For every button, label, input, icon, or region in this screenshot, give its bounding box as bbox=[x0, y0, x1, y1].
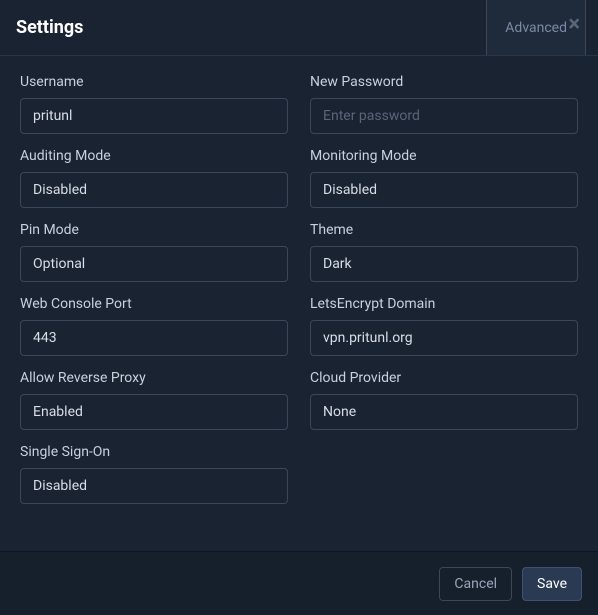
monitoring-label: Monitoring Mode bbox=[310, 148, 578, 164]
form-group-monitoring: Monitoring Mode Disabled bbox=[310, 148, 578, 208]
cloud-label: Cloud Provider bbox=[310, 370, 578, 386]
username-label: Username bbox=[20, 74, 288, 90]
modal-title: Settings bbox=[16, 17, 83, 38]
port-label: Web Console Port bbox=[20, 296, 288, 312]
form-group-password: New Password bbox=[310, 74, 578, 134]
save-button[interactable]: Save bbox=[522, 567, 582, 601]
settings-modal: Settings Advanced × Username Auditing Mo… bbox=[0, 0, 598, 615]
password-label: New Password bbox=[310, 74, 578, 90]
letsencrypt-label: LetsEncrypt Domain bbox=[310, 296, 578, 312]
form-group-username: Username bbox=[20, 74, 288, 134]
proxy-label: Allow Reverse Proxy bbox=[20, 370, 288, 386]
form-group-cloud: Cloud Provider None bbox=[310, 370, 578, 430]
letsencrypt-input[interactable] bbox=[310, 320, 578, 356]
cancel-button[interactable]: Cancel bbox=[439, 567, 512, 601]
auditing-label: Auditing Mode bbox=[20, 148, 288, 164]
sso-select[interactable]: Disabled bbox=[20, 468, 288, 504]
auditing-select[interactable]: Disabled bbox=[20, 172, 288, 208]
form-group-sso: Single Sign-On Disabled bbox=[20, 444, 288, 504]
form-group-theme: Theme Dark bbox=[310, 222, 578, 282]
modal-body: Username Auditing Mode Disabled Pin Mode… bbox=[0, 56, 598, 551]
form-column-right: New Password Monitoring Mode Disabled Th… bbox=[310, 74, 578, 533]
theme-label: Theme bbox=[310, 222, 578, 238]
form-group-auditing: Auditing Mode Disabled bbox=[20, 148, 288, 208]
password-input[interactable] bbox=[310, 98, 578, 134]
port-input[interactable] bbox=[20, 320, 288, 356]
monitoring-select[interactable]: Disabled bbox=[310, 172, 578, 208]
username-input[interactable] bbox=[20, 98, 288, 134]
form-group-proxy: Allow Reverse Proxy Enabled bbox=[20, 370, 288, 430]
form-group-port: Web Console Port bbox=[20, 296, 288, 356]
proxy-select[interactable]: Enabled bbox=[20, 394, 288, 430]
modal-header: Settings Advanced × bbox=[0, 0, 598, 56]
cloud-select[interactable]: None bbox=[310, 394, 578, 430]
form-group-pin: Pin Mode Optional bbox=[20, 222, 288, 282]
sso-label: Single Sign-On bbox=[20, 444, 288, 460]
close-icon[interactable]: × bbox=[560, 14, 588, 36]
pin-select[interactable]: Optional bbox=[20, 246, 288, 282]
modal-footer: Cancel Save bbox=[0, 551, 598, 615]
form-column-left: Username Auditing Mode Disabled Pin Mode… bbox=[20, 74, 288, 533]
form-group-letsencrypt: LetsEncrypt Domain bbox=[310, 296, 578, 356]
pin-label: Pin Mode bbox=[20, 222, 288, 238]
theme-select[interactable]: Dark bbox=[310, 246, 578, 282]
